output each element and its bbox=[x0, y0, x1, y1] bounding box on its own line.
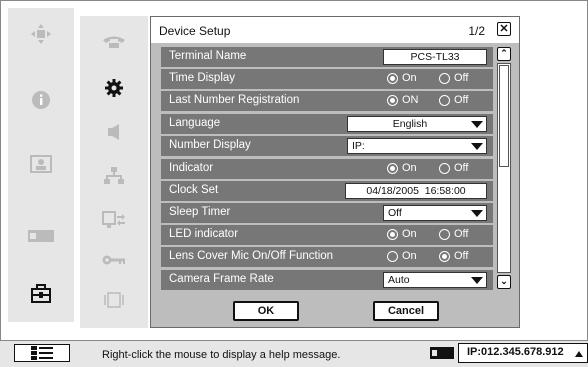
frame-icon[interactable] bbox=[80, 280, 148, 320]
chevron-down-icon: ⌄ bbox=[500, 276, 508, 286]
row-label: Language bbox=[169, 117, 221, 129]
row-label: Camera Frame Rate bbox=[169, 273, 274, 285]
row-label: Lens Cover Mic On/Off Function bbox=[169, 250, 334, 262]
left-icon-column bbox=[8, 8, 74, 322]
row-sleep-timer: Sleep Timer Off bbox=[161, 203, 493, 223]
row-language: Language English bbox=[161, 114, 493, 134]
row-clock-set: Clock Set 04/18/2005 16:58:00 bbox=[161, 181, 493, 201]
toolbox-icon[interactable] bbox=[8, 274, 74, 314]
triangle-up-icon bbox=[575, 351, 583, 357]
ok-button[interactable]: OK bbox=[233, 301, 299, 321]
cancel-button[interactable]: Cancel bbox=[373, 301, 439, 321]
chevron-up-icon: ⌃ bbox=[500, 48, 508, 58]
last-number-off-radio[interactable]: Off bbox=[439, 94, 468, 106]
picture-icon[interactable] bbox=[8, 144, 74, 184]
scrollbar-track[interactable] bbox=[497, 63, 511, 273]
lens-cover-mic-off-radio[interactable]: Off bbox=[439, 250, 468, 262]
clock-set-input[interactable]: 04/18/2005 16:58:00 bbox=[345, 183, 487, 199]
indicator-off-radio[interactable]: Off bbox=[439, 162, 468, 174]
radio-selected bbox=[387, 162, 398, 174]
row-last-number-registration: Last Number Registration ON Off bbox=[161, 91, 493, 111]
scroll-up-button[interactable]: ⌃ bbox=[497, 47, 511, 61]
terminal-name-input[interactable]: PCS-TL33 bbox=[383, 49, 487, 65]
page-indicator: 1/2 bbox=[468, 24, 485, 38]
close-icon: ✕ bbox=[499, 22, 509, 35]
row-indicator: Indicator On Off bbox=[161, 159, 493, 179]
radio-selected bbox=[387, 228, 398, 240]
radio-unselected bbox=[439, 72, 450, 84]
row-label: Number Display bbox=[169, 139, 251, 151]
number-display-dropdown[interactable]: IP: bbox=[347, 138, 487, 154]
row-camera-frame-rate: Camera Frame Rate Auto bbox=[161, 270, 493, 290]
speaker-icon[interactable] bbox=[80, 112, 148, 152]
row-terminal-name: Terminal Name PCS-TL33 bbox=[161, 47, 493, 67]
settings-icon-column bbox=[80, 16, 148, 328]
info-icon[interactable] bbox=[8, 80, 74, 120]
row-number-display: Number Display IP: bbox=[161, 136, 493, 156]
row-label: Sleep Timer bbox=[169, 206, 231, 218]
radio-selected bbox=[387, 94, 398, 106]
chevron-down-icon bbox=[471, 210, 483, 217]
camera-frame-rate-dropdown[interactable]: Auto bbox=[383, 272, 487, 288]
sleep-timer-dropdown[interactable]: Off bbox=[383, 205, 487, 221]
monitor-arrow-icon[interactable] bbox=[80, 200, 148, 240]
scrollbar-thumb[interactable] bbox=[499, 65, 509, 167]
row-label: Time Display bbox=[169, 72, 236, 84]
last-number-on-radio[interactable]: ON bbox=[387, 94, 419, 106]
phone-icon[interactable] bbox=[80, 22, 148, 62]
row-time-display: Time Display On Off bbox=[161, 69, 493, 89]
key-icon[interactable] bbox=[80, 240, 148, 280]
scroll-down-button[interactable]: ⌄ bbox=[497, 275, 511, 289]
row-label: LED indicator bbox=[169, 228, 239, 240]
led-indicator-on-radio[interactable]: On bbox=[387, 228, 417, 240]
row-label: Clock Set bbox=[169, 184, 219, 196]
menu-icon bbox=[31, 346, 53, 360]
dialog-title: Device Setup bbox=[159, 24, 231, 38]
camera-move-icon[interactable] bbox=[8, 14, 74, 54]
row-label: Last Number Registration bbox=[169, 94, 300, 106]
lens-cover-mic-on-radio[interactable]: On bbox=[387, 250, 417, 262]
radio-unselected bbox=[387, 250, 398, 262]
radio-unselected bbox=[439, 228, 450, 240]
radio-selected bbox=[439, 250, 450, 262]
menu-button[interactable] bbox=[14, 344, 70, 362]
radio-unselected bbox=[439, 94, 450, 106]
close-button[interactable]: ✕ bbox=[497, 22, 511, 36]
indicator-on-radio[interactable]: On bbox=[387, 162, 417, 174]
time-display-on-radio[interactable]: On bbox=[387, 72, 417, 84]
help-message: Right-click the mouse to display a help … bbox=[102, 349, 341, 361]
language-dropdown[interactable]: English bbox=[347, 116, 487, 132]
gear-icon[interactable] bbox=[80, 68, 148, 108]
chevron-down-icon bbox=[471, 277, 483, 284]
chevron-down-icon bbox=[471, 121, 483, 128]
row-label: Indicator bbox=[169, 162, 214, 174]
card-icon bbox=[430, 347, 454, 359]
dialog-titlebar: Device Setup 1/2 ✕ bbox=[151, 17, 519, 43]
row-led-indicator: LED indicator On Off bbox=[161, 225, 493, 245]
row-label: Terminal Name bbox=[169, 50, 247, 62]
led-indicator-off-radio[interactable]: Off bbox=[439, 228, 468, 240]
chevron-down-icon bbox=[471, 143, 483, 150]
status-bar: Right-click the mouse to display a help … bbox=[0, 340, 588, 367]
radio-unselected bbox=[439, 162, 450, 174]
row-lens-cover-mic: Lens Cover Mic On/Off Function On Off bbox=[161, 247, 493, 267]
network-icon[interactable] bbox=[80, 156, 148, 196]
radio-selected bbox=[387, 72, 398, 84]
device-setup-dialog: Device Setup 1/2 ✕ Terminal Name PCS-TL3… bbox=[150, 16, 520, 328]
time-display-off-radio[interactable]: Off bbox=[439, 72, 468, 84]
card-icon[interactable] bbox=[8, 216, 74, 256]
ip-address-display: IP:012.345.678.912 bbox=[458, 343, 588, 363]
